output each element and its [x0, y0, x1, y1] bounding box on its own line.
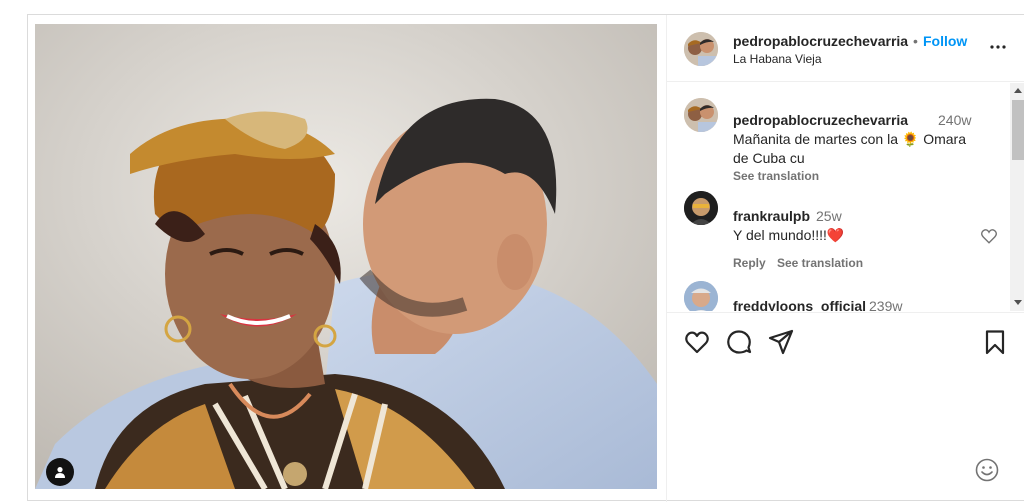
photo-illustration — [35, 24, 657, 489]
caption-text-line1: Mañanita de martes con la 🌻 Omara — [733, 131, 966, 147]
post-header: pedropablocruzechevarria • Follow La Hab… — [667, 15, 1024, 82]
instagram-post: pedropablocruzechevarria • Follow La Hab… — [27, 14, 1024, 502]
scroll-down-arrow-icon[interactable] — [1014, 300, 1022, 305]
reply-button[interactable]: Reply — [733, 256, 766, 270]
comment-text: Y del mundo!!!!❤️ — [733, 227, 845, 243]
separator-dot: • — [913, 33, 918, 49]
post-photo[interactable] — [35, 24, 657, 489]
scrollbar-thumb[interactable] — [1012, 100, 1024, 160]
caption-avatar[interactable] — [684, 98, 718, 132]
heart-icon[interactable] — [684, 329, 710, 355]
follow-button[interactable]: Follow — [923, 33, 967, 49]
comments-list[interactable]: pedropablocruzechevarria 240w Mañanita d… — [667, 83, 1010, 311]
author-avatar[interactable] — [684, 32, 718, 66]
emoji-icon[interactable] — [975, 458, 999, 482]
bookmark-icon[interactable] — [982, 329, 1008, 355]
caption-see-translation[interactable]: See translation — [733, 169, 819, 183]
post-location[interactable]: La Habana Vieja — [733, 52, 822, 66]
caption-text-line2: de Cuba cu — [733, 150, 805, 166]
more-options-icon[interactable] — [987, 36, 1009, 58]
author-username[interactable]: pedropablocruzechevarria — [733, 33, 908, 49]
comment-time[interactable]: 239w — [869, 298, 902, 311]
caption-time[interactable]: 240w — [938, 112, 971, 128]
comment-icon[interactable] — [726, 329, 752, 355]
post-side-panel: pedropablocruzechevarria • Follow La Hab… — [666, 15, 1024, 502]
caption-username[interactable]: pedropablocruzechevarria — [733, 112, 908, 128]
tagged-user-icon[interactable] — [46, 458, 74, 486]
share-icon[interactable] — [768, 329, 794, 355]
scroll-up-arrow-icon[interactable] — [1014, 88, 1022, 93]
comment-time[interactable]: 25w — [816, 208, 842, 224]
commenter-avatar[interactable] — [684, 281, 718, 311]
comment-username[interactable]: frankraulpb — [733, 208, 810, 224]
post-actions — [667, 312, 1024, 502]
commenter-avatar[interactable] — [684, 191, 718, 225]
comments-scrollbar[interactable] — [1010, 83, 1024, 311]
like-comment-heart-icon[interactable] — [980, 227, 998, 245]
comment-see-translation[interactable]: See translation — [777, 256, 863, 270]
comment-username[interactable]: freddyloons_official — [733, 298, 866, 311]
